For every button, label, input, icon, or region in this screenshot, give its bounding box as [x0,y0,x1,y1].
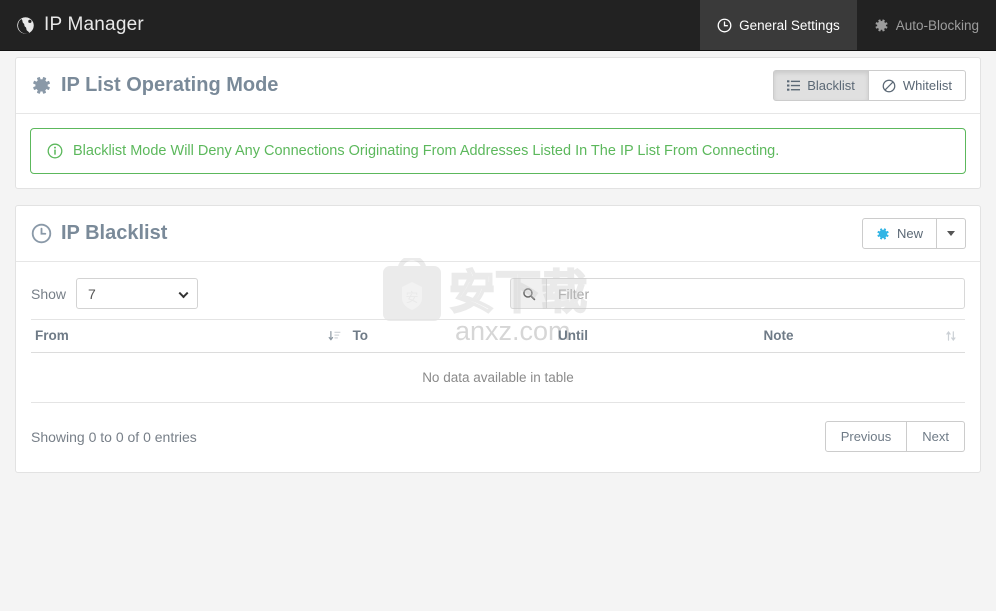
gear-icon [874,18,889,33]
show-entries-select[interactable]: 7 [76,278,199,309]
ip-blacklist-panel: IP Blacklist New Show 7 Filter From To U… [15,205,981,473]
previous-page-label: Previous [840,429,892,444]
new-button-label: New [896,226,923,241]
sort-desc-icon [328,330,341,343]
table-footer: Showing 0 to 0 of 0 entries Previous Nex… [16,403,980,472]
table-tools: Show 7 [16,262,980,319]
whitelist-mode-button[interactable]: Whitelist [868,70,966,101]
pagination: Previous Next [824,421,965,452]
operating-mode-title: IP List Operating Mode [31,74,278,97]
operating-mode-title-label: IP List Operating Mode [61,74,279,96]
table-head: From To Until Note [31,319,965,353]
blacklist-mode-alert-text: Blacklist Mode Will Deny Any Connections… [73,143,780,159]
ip-blacklist-header: IP Blacklist New [16,206,980,262]
ip-blacklist-title: IP Blacklist [31,222,167,245]
operating-mode-header: IP List Operating Mode Blacklist Whiteli… [16,58,980,114]
tab-general-settings[interactable]: General Settings [700,0,857,50]
ip-blacklist-table: From To Until Note No data available in … [31,319,965,403]
tab-auto-blocking-label: Auto-Blocking [895,17,979,33]
column-header-until[interactable]: Until [554,319,760,353]
show-entries-select-wrapper: 7 [76,278,199,309]
table-empty-row: No data available in table [31,352,965,403]
show-label: Show [31,285,67,302]
column-header-from-label: From [35,328,69,343]
search-icon[interactable] [510,278,546,309]
globe-icon [16,16,35,35]
table-header-row: From To Until Note [31,319,965,353]
caret-down-icon [947,231,955,236]
tab-auto-blocking[interactable]: Auto-Blocking [857,0,996,50]
blacklist-mode-alert: Blacklist Mode Will Deny Any Connections… [30,128,966,174]
operating-mode-panel: IP List Operating Mode Blacklist Whiteli… [15,57,981,189]
whitelist-mode-label: Whitelist [902,78,952,93]
new-button-group: New [861,218,966,249]
clock-icon [717,18,732,33]
info-circle-icon [47,143,63,159]
top-navbar: IP Manager General Settings Auto-Blockin… [0,0,996,51]
table-filter-control [510,278,965,309]
brand-label: IP Manager [44,14,144,35]
mode-alert-wrapper: Blacklist Mode Will Deny Any Connections… [16,114,980,174]
sort-icon [945,330,957,343]
table-empty-message: No data available in table [31,352,965,403]
mode-toggle-group: Blacklist Whitelist [773,70,966,101]
blacklist-mode-button[interactable]: Blacklist [773,70,869,101]
nav-tabs: General Settings Auto-Blocking [700,0,996,50]
gear-icon [31,75,52,96]
next-page-label: Next [922,429,949,444]
alert-spacer [16,174,980,188]
clock-icon [31,223,52,244]
app-page: IP Manager General Settings Auto-Blockin… [0,0,996,611]
previous-page-button[interactable]: Previous [824,421,908,452]
list-icon [787,79,801,92]
gear-icon [876,227,890,241]
tab-general-settings-label: General Settings [739,17,840,33]
ban-icon [882,79,896,93]
column-header-note-label: Note [763,328,794,343]
column-header-from[interactable]: From [31,319,349,353]
new-dropdown-toggle[interactable] [937,218,966,249]
new-button[interactable]: New [861,218,937,249]
brand[interactable]: IP Manager [0,0,158,50]
table-body: No data available in table [31,352,965,403]
column-header-note[interactable]: Note [759,319,965,353]
column-header-to[interactable]: To [348,319,555,353]
next-page-button[interactable]: Next [907,421,965,452]
blacklist-mode-label: Blacklist [807,78,855,93]
table-length-control: Show 7 [31,278,199,309]
column-header-to-label: To [352,328,369,343]
ip-blacklist-title-label: IP Blacklist [61,222,168,244]
filter-input[interactable] [546,278,965,309]
column-header-until-label: Until [558,328,589,343]
entries-info: Showing 0 to 0 of 0 entries [31,428,197,445]
